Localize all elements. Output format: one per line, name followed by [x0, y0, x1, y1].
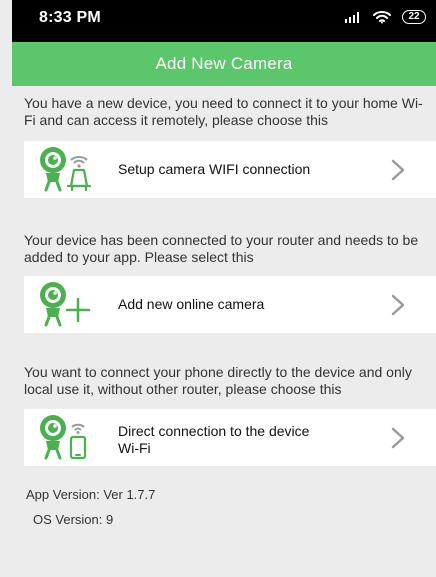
chevron-right-icon	[391, 294, 405, 316]
direct-wifi-option[interactable]: Direct connection to the device Wi-Fi	[24, 409, 436, 466]
setup-wifi-option[interactable]: Setup camera WIFI connection	[24, 141, 436, 198]
chevron-right-icon	[391, 427, 405, 449]
chevron-right-icon	[391, 159, 405, 181]
page-title: Add New Camera	[155, 54, 293, 73]
section-description: You want to connect your phone directly …	[24, 364, 412, 397]
direct-wifi-label: Direct connection to the device Wi-Fi	[118, 423, 310, 456]
camera-add-icon	[40, 282, 91, 327]
add-online-camera-option[interactable]: Add new online camera	[24, 276, 436, 333]
app-bar: Add New Camera	[12, 42, 436, 86]
battery-icon: 22	[402, 10, 426, 24]
section-description: Your device has been connected to your r…	[24, 232, 419, 265]
camera-wifi-router-icon	[40, 147, 92, 192]
signal-icon	[345, 12, 359, 23]
status-icons: 22	[344, 10, 426, 24]
status-time: 8:33 PM	[39, 9, 101, 26]
camera-phone-wifi-icon	[40, 415, 87, 460]
setup-wifi-label: Setup camera WIFI connection	[118, 161, 311, 177]
main-content: You have a new device, you need to conne…	[12, 86, 436, 577]
os-version: OS Version: 9	[33, 512, 114, 527]
add-online-camera-label: Add new online camera	[118, 296, 265, 312]
section-description: You have a new device, you need to conne…	[24, 95, 423, 128]
wifi-icon	[373, 11, 391, 24]
status-bar: 8:33 PM 22	[12, 0, 436, 42]
app-version: App Version: Ver 1.7.7	[26, 487, 156, 502]
